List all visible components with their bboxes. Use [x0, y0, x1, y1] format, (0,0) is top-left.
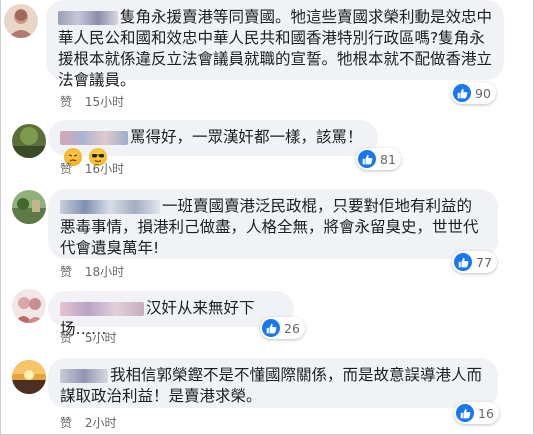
timestamp[interactable]: 5小时 — [85, 331, 117, 345]
like-reaction-icon — [454, 253, 472, 271]
blurred-author-name[interactable] — [60, 199, 160, 214]
comment-meta: 赞 16小时 — [60, 160, 124, 177]
reaction-count: 77 — [476, 254, 492, 270]
reaction-badge[interactable]: 77 — [452, 251, 497, 273]
like-reaction-icon — [456, 404, 474, 422]
blurred-author-name[interactable] — [58, 10, 118, 25]
comment-text-wrap: 我相信郭榮鏗不是不懂國際關係，而是故意誤導港人而謀取政治利益！是賣港求榮。 — [60, 365, 486, 407]
timestamp[interactable]: 18小时 — [85, 265, 124, 279]
avatar[interactable] — [12, 190, 46, 224]
comment-meta: 赞 5小时 — [60, 329, 116, 346]
avatar[interactable] — [12, 124, 46, 158]
comment-bubble: 汉奸从来無好下场…… — [48, 291, 294, 338]
like-reaction-icon — [453, 84, 471, 102]
comment-bubble: 一班賣國賣港泛民政棍，只要對佢地有利益的悪毒事情，損港利己做盡，人格全無，將會永… — [48, 189, 498, 259]
reaction-count: 16 — [478, 405, 494, 421]
comment-bubble: 隻角永援賣港等同賣國。牠這些賣國求榮利動是效忠中華人民公和國和效忠中華人民共和國… — [46, 0, 504, 89]
comment-bubble: 罵得好，一眾漢奸都一樣，該罵！ — [48, 120, 378, 166]
comment-text-wrap: 隻角永援賣港等同賣國。牠這些賣國求榮利動是效忠中華人民公和國和效忠中華人民共和國… — [58, 7, 492, 91]
like-reaction-icon — [262, 319, 280, 337]
comment-text: 隻角永援賣港等同賣國。牠這些賣國求榮利動是效忠中華人民公和國和效忠中華人民共和國… — [58, 8, 493, 89]
comment-meta: 赞 15小时 — [60, 93, 124, 110]
timestamp[interactable]: 2小时 — [85, 416, 117, 430]
blurred-author-name[interactable] — [60, 368, 108, 383]
timestamp[interactable]: 15小时 — [85, 95, 124, 109]
blurred-author-name[interactable] — [60, 301, 144, 316]
blurred-author-name[interactable] — [60, 130, 128, 145]
reaction-badge[interactable]: 90 — [451, 82, 496, 104]
comment-meta: 赞 18小时 — [60, 263, 124, 280]
avatar[interactable] — [12, 289, 46, 323]
comment-text: 我相信郭榮鏗不是不懂國際關係，而是故意誤導港人而謀取政治利益！是賣港求榮。 — [60, 366, 483, 405]
comment-bubble: 我相信郭榮鏗不是不懂國際關係，而是故意誤導港人而謀取政治利益！是賣港求榮。 — [48, 358, 498, 408]
reaction-badge[interactable]: 81 — [356, 148, 401, 170]
timestamp[interactable]: 16小时 — [85, 162, 124, 176]
like-button[interactable]: 赞 — [60, 331, 72, 345]
reaction-count: 90 — [475, 85, 491, 101]
comment-text-wrap: 一班賣國賣港泛民政棍，只要對佢地有利益的悪毒事情，損港利己做盡，人格全無，將會永… — [60, 196, 486, 259]
like-button[interactable]: 赞 — [60, 95, 72, 109]
reaction-badge[interactable]: 26 — [260, 317, 305, 339]
reaction-badge[interactable]: 16 — [454, 402, 499, 424]
comment-meta: 赞 2小时 — [60, 414, 116, 431]
like-reaction-icon — [358, 150, 376, 168]
reaction-count: 26 — [284, 320, 300, 336]
like-button[interactable]: 赞 — [60, 162, 72, 176]
avatar[interactable] — [12, 360, 46, 394]
comment-text: 罵得好，一眾漢奸都一樣，該罵！ — [130, 128, 363, 146]
like-button[interactable]: 赞 — [60, 265, 72, 279]
reaction-count: 81 — [380, 151, 396, 167]
avatar[interactable] — [4, 4, 38, 38]
like-button[interactable]: 赞 — [60, 416, 72, 430]
